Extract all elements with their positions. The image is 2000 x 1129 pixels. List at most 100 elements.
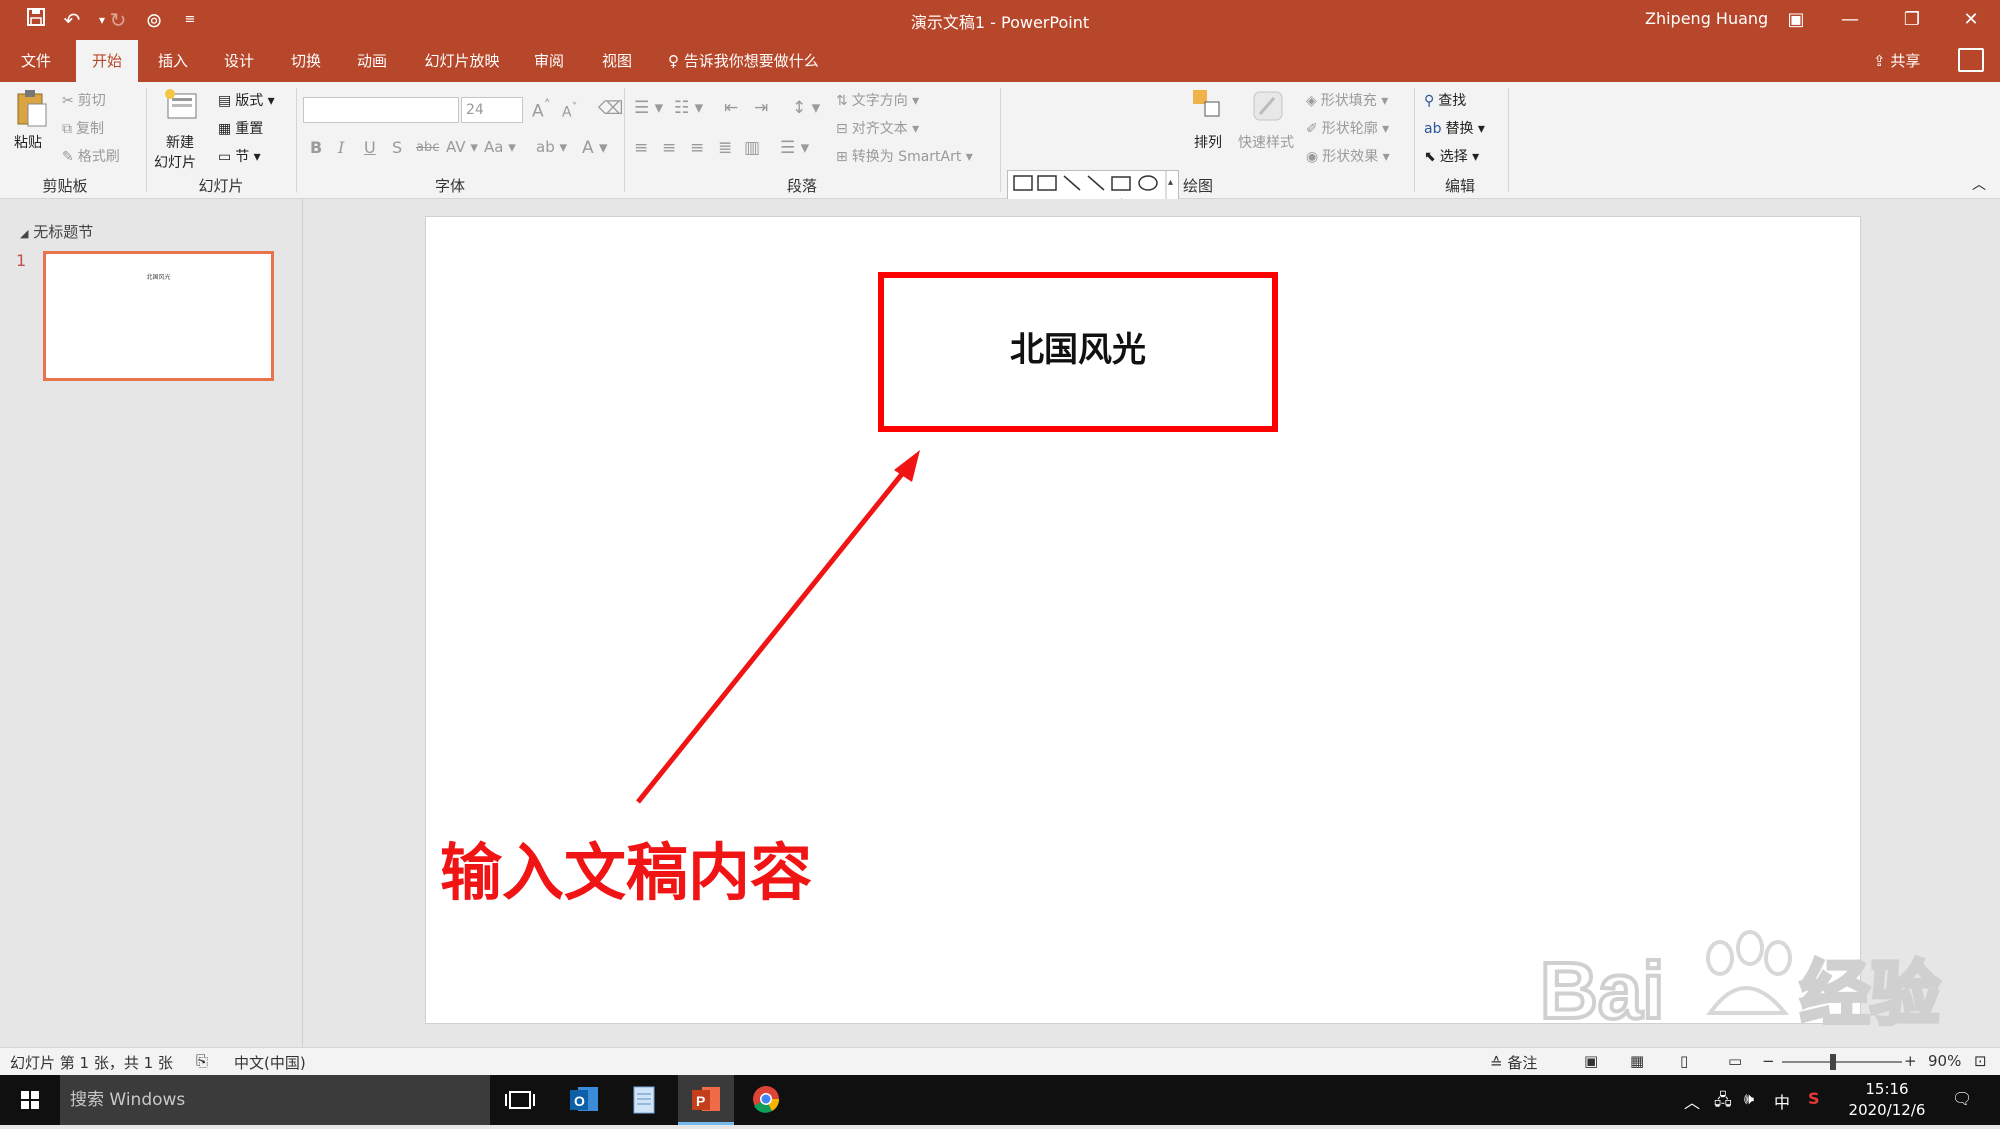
zoom-in-icon[interactable]: + [1904,1052,1917,1070]
tray-expand-icon[interactable]: ︿ [1684,1089,1700,1113]
minimize-icon[interactable]: — [1827,4,1873,36]
align-right-icon[interactable]: ≡ [690,138,704,158]
font-color-icon[interactable]: A ▾ [582,138,608,158]
paste-button[interactable] [12,88,52,132]
paragraph-group-label: 段落 [786,177,817,195]
zoom-slider-thumb[interactable] [1830,1054,1836,1070]
volume-icon[interactable]: 🕪 [1744,1089,1754,1109]
tab-home[interactable]: 开始 [76,40,138,82]
numbering-icon[interactable]: ☷ ▾ [674,98,703,118]
bold-icon[interactable]: B [310,138,322,157]
action-center-icon[interactable]: 🗨 [1952,1089,1972,1108]
sogou-input-icon[interactable]: S [1808,1089,1820,1108]
notepad-app-icon[interactable] [616,1075,672,1125]
fit-to-window-icon[interactable]: ⊡ [1974,1052,1987,1070]
network-icon[interactable]: 🖧 [1714,1089,1732,1116]
zoom-level[interactable]: 90% [1928,1052,1961,1070]
new-slide-icon [165,89,197,119]
spelling-check-icon[interactable]: ⎘ [196,1052,208,1070]
paragraph-options-icon[interactable]: ☰ ▾ [780,138,809,158]
notes-label: 备注 [1507,1054,1538,1072]
change-case-icon[interactable]: Aa ▾ [484,138,516,156]
windows-start-icon[interactable] [2,1075,58,1125]
ribbon-display-options-icon[interactable]: ▣ [1773,4,1819,36]
tab-file[interactable]: 文件 [8,40,64,82]
copy-button[interactable]: ⧉ 复制 [62,118,104,138]
arrange-button[interactable] [1190,88,1224,124]
taskbar-clock[interactable]: 15:16 2020/12/6 [1842,1079,1932,1121]
tab-slideshow[interactable]: 幻灯片放映 [416,40,508,82]
slide-number: 1 [16,251,27,270]
columns-icon[interactable]: ▥ [744,138,760,158]
italic-icon[interactable]: I [338,138,344,157]
font-size-combobox[interactable]: 24 [461,97,523,123]
align-left-icon[interactable]: ≡ [634,138,648,158]
baidu-watermark-logo: Bai 经验 [1540,930,1942,1037]
shape-outline-button[interactable]: ✐ 形状轮廓 ▾ [1306,118,1389,138]
comments-icon[interactable] [1958,48,1984,72]
increase-indent-icon[interactable]: ⇥ [754,98,768,118]
share-button[interactable]: ⇪ 共享 [1873,40,1920,82]
tab-view[interactable]: 视图 [592,40,642,82]
tab-design[interactable]: 设计 [214,40,264,82]
slideshow-view-icon[interactable]: ▭ [1728,1052,1742,1070]
ime-indicator[interactable]: 中 [1774,1089,1790,1113]
slide-thumbnail[interactable]: 北国风光 [43,251,274,381]
notes-button[interactable]: ≙ 备注 [1490,1052,1537,1073]
zoom-out-icon[interactable]: − [1762,1052,1775,1070]
select-button[interactable]: ⬉ 选择 ▾ [1424,146,1479,166]
shape-fill-button[interactable]: ◈ 形状填充 ▾ [1306,90,1388,110]
shape-effects-button[interactable]: ◉ 形状效果 ▾ [1306,146,1390,166]
clear-formatting-icon[interactable]: ⌫ [598,98,623,119]
restore-icon[interactable]: ❐ [1889,4,1935,36]
replace-label: 替换 [1445,121,1474,137]
line-spacing-icon[interactable]: ↕ ▾ [792,98,820,118]
language-status[interactable]: 中文(中国) [234,1052,306,1073]
tab-animations[interactable]: 动画 [347,40,397,82]
font-name-combobox[interactable] [303,97,459,123]
slide-sorter-view-icon[interactable]: ▦ [1630,1052,1644,1070]
bullets-icon[interactable]: ☰ ▾ [634,98,663,118]
character-spacing-icon[interactable]: AV ▾ [446,138,478,156]
align-center-icon[interactable]: ≡ [662,138,676,158]
cut-button[interactable]: ✂ 剪切 [62,90,106,110]
text-direction-button[interactable]: ⇅ 文字方向 ▾ [836,90,919,110]
slide-title-textbox[interactable]: 北国风光 [878,322,1278,371]
reset-button[interactable]: ▦ 重置 [218,118,263,138]
outlook-app-icon[interactable]: O [556,1075,612,1125]
task-view-icon[interactable] [492,1075,548,1125]
section-title: 无标题节 [33,223,94,241]
collapse-ribbon-icon[interactable]: ︿ [1972,174,1986,194]
quick-styles-button[interactable] [1238,88,1298,128]
tab-transitions[interactable]: 切换 [281,40,331,82]
decrease-font-icon[interactable]: A˅ [562,100,577,121]
decrease-indent-icon[interactable]: ⇤ [724,98,738,118]
find-button[interactable]: ⚲ 查找 [1424,90,1466,110]
align-text-button[interactable]: ⊟ 对齐文本 ▾ [836,118,919,138]
underline-icon[interactable]: U [364,138,376,157]
format-painter-button[interactable]: ✎ 格式刷 [62,146,120,166]
tab-review[interactable]: 审阅 [524,40,574,82]
new-slide-button[interactable] [160,88,204,126]
tab-insert[interactable]: 插入 [148,40,198,82]
taskbar-search-box[interactable]: 搜索 Windows [60,1075,490,1125]
text-shadow-icon[interactable]: S [392,138,402,157]
chrome-app-icon[interactable] [738,1075,794,1125]
justify-icon[interactable]: ≣ [718,138,732,158]
layout-button[interactable]: ▤ 版式 ▾ [218,90,275,110]
replace-button[interactable]: ab 替换 ▾ [1424,118,1485,138]
user-name[interactable]: Zhipeng Huang [1645,9,1768,28]
smartart-button[interactable]: ⊞ 转换为 SmartArt ▾ [836,146,973,166]
tell-me-box[interactable]: ♀ 告诉我你想要做什么 [668,40,819,82]
strikethrough-icon[interactable]: abc [416,140,439,155]
section-header[interactable]: ◢ 无标题节 [20,221,93,242]
normal-view-icon[interactable]: ▣ [1584,1052,1598,1070]
powerpoint-app-icon[interactable]: P [678,1075,734,1125]
increase-font-icon[interactable]: A˄ [532,98,551,122]
section-button[interactable]: ▭ 节 ▾ [218,146,261,166]
slide-count-status[interactable]: 幻灯片 第 1 张，共 1 张 [10,1052,173,1073]
zoom-slider[interactable] [1782,1061,1902,1063]
close-icon[interactable]: ✕ [1948,4,1994,36]
highlight-icon[interactable]: ab ▾ [536,138,567,156]
reading-view-icon[interactable]: ▯ [1680,1052,1688,1070]
